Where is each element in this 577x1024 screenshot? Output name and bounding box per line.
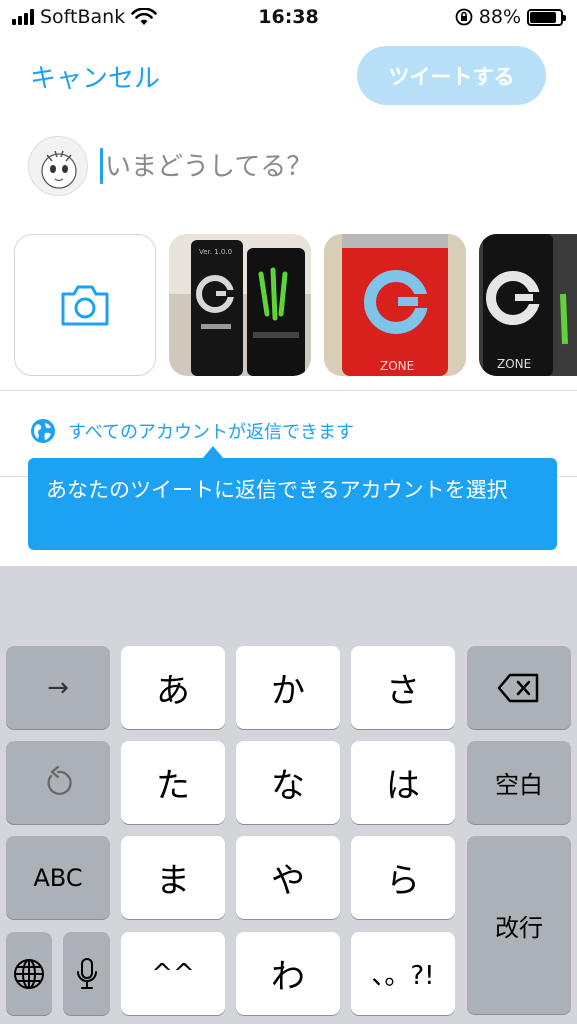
avatar[interactable] (28, 136, 88, 196)
key-mic[interactable] (63, 932, 110, 1015)
key-ta[interactable]: た (121, 741, 225, 824)
thumbnail-caption: ZONE (497, 357, 531, 371)
globe-icon (14, 958, 44, 989)
key-punctuation[interactable]: 、。?! (351, 932, 455, 1015)
photo-thumbnail-1[interactable]: Ver. 1.0.0 (169, 234, 311, 376)
key-na[interactable]: な (236, 741, 340, 824)
camera-button[interactable] (14, 234, 156, 376)
undo-icon (47, 765, 72, 795)
key-globe[interactable] (6, 932, 52, 1015)
key-abc[interactable]: ABC (6, 836, 110, 919)
battery-percent: 88% (478, 6, 521, 28)
thumbnail-caption: Ver. 1.0.0 (199, 248, 232, 256)
key-sa[interactable]: さ (351, 646, 455, 729)
tweet-button[interactable]: ツイートする (357, 46, 546, 105)
key-ha[interactable]: は (351, 741, 455, 824)
backspace-icon (497, 673, 539, 702)
key-space[interactable]: 空白 (467, 741, 571, 824)
orientation-lock-icon (455, 8, 473, 26)
text-cursor (100, 148, 103, 184)
photo-thumbnail-3[interactable]: ZONE (479, 234, 577, 376)
cancel-button[interactable]: キャンセル (30, 58, 160, 95)
key-arrow-right[interactable]: → (6, 646, 110, 729)
key-emoticon[interactable]: ^^ (121, 932, 225, 1015)
camera-icon (61, 285, 109, 326)
microphone-icon (76, 957, 97, 989)
reply-setting-button[interactable]: すべてのアカウントが返信できます (30, 418, 354, 444)
divider (0, 390, 577, 391)
battery-group: 88% (455, 6, 566, 28)
key-return[interactable]: 改行 (467, 836, 571, 1014)
reply-tooltip[interactable]: あなたのツイートに返信できるアカウントを選択 (28, 458, 557, 550)
key-ya[interactable]: や (236, 836, 340, 919)
battery-icon (527, 8, 566, 26)
compose-input[interactable] (105, 148, 525, 186)
key-backspace[interactable] (467, 646, 571, 729)
status-bar: SoftBank 16:38 88% (0, 0, 577, 36)
key-ma[interactable]: ま (121, 836, 225, 919)
photo-thumbnail-2[interactable]: ZONE (324, 234, 466, 376)
key-undo[interactable] (6, 741, 110, 824)
keyboard: → あ か さ た な は 空白 ABC ま や ら 改行 ^^ わ 、。?! (0, 566, 577, 1024)
key-wa[interactable]: わ (236, 932, 340, 1015)
key-ka[interactable]: か (236, 646, 340, 729)
reply-setting-label: すべてのアカウントが返信できます (68, 422, 355, 443)
key-ra[interactable]: ら (351, 836, 455, 919)
key-a[interactable]: あ (121, 646, 225, 729)
thumbnail-caption: ZONE (380, 359, 414, 373)
globe-icon (31, 419, 55, 443)
